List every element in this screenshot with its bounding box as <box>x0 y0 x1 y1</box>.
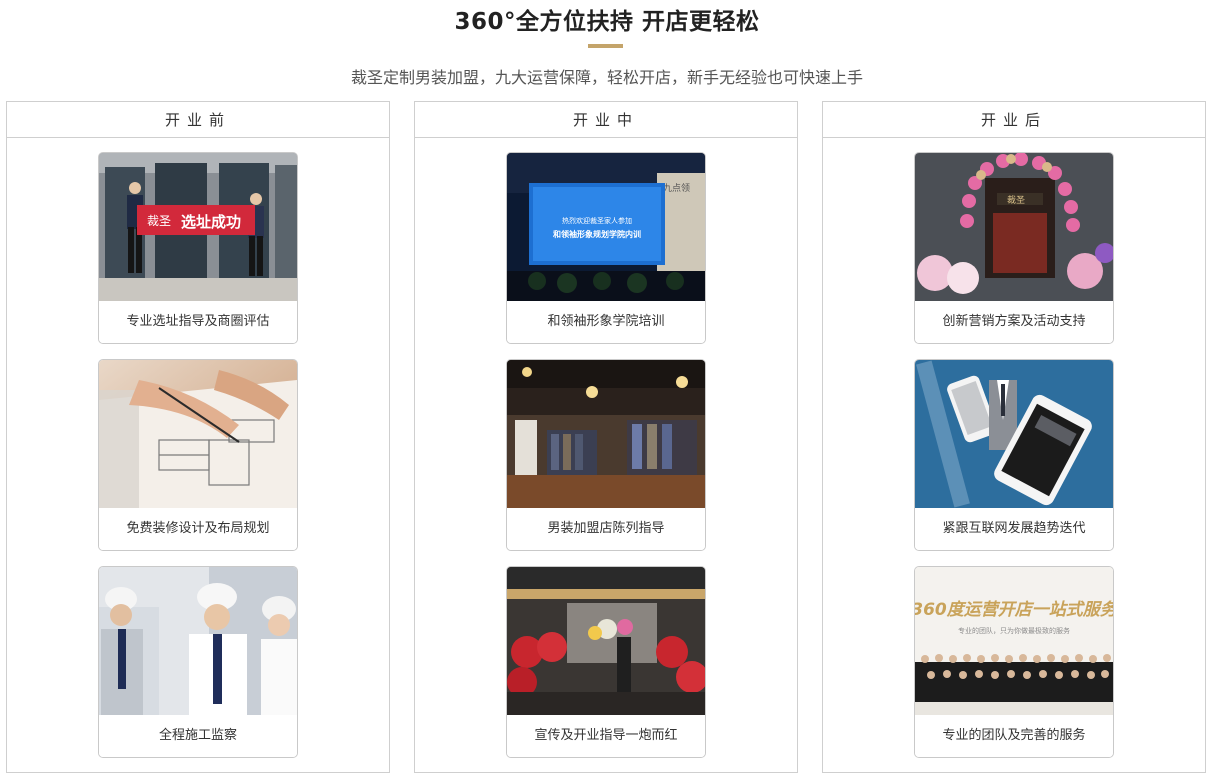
card-renovation-design[interactable]: 免费装修设计及布局规划 <box>98 359 298 551</box>
promo-headline-text: 360度运营开店一站式服务 <box>915 600 1113 620</box>
title-underline <box>588 44 623 48</box>
card-caption: 紧跟互联网发展趋势迭代 <box>915 508 1113 550</box>
card-caption: 和领袖形象学院培训 <box>507 301 705 343</box>
banner-success-text: 选址成功 <box>181 213 241 231</box>
card-caption: 全程施工监察 <box>99 715 297 757</box>
promo-subline-text: 专业的团队，只为你做最极致的服务 <box>958 626 1070 635</box>
team-service-photo: 360度运营开店一站式服务 专业的团队，只为你做最极致的服务 <box>915 567 1113 715</box>
page-title: 360°全方位扶持 开店更轻松 <box>454 9 760 35</box>
card-caption: 专业选址指导及商圈评估 <box>99 301 297 343</box>
card-academy-training[interactable]: 九点领 热烈欢迎裁圣家人参加 和领袖形象规划学院内训 和领袖形象学院培训 <box>506 152 706 344</box>
card-display-guidance[interactable]: 男装加盟店陈列指导 <box>506 359 706 551</box>
column-header: 开业前 <box>7 102 389 138</box>
storefront-balloons-photo: 裁圣 <box>915 153 1113 301</box>
card-site-selection[interactable]: 裁圣 选址成功 专业选址指导及商圈评估 <box>98 152 298 344</box>
grand-opening-photo <box>507 567 705 715</box>
page-subtitle: 裁圣定制男装加盟，九大运营保障，轻松开店，新手无经验也可快速上手 <box>350 68 863 87</box>
card-grand-opening[interactable]: 宣传及开业指导一炮而红 <box>506 566 706 758</box>
column-during-opening: 开业中 九点领 热烈欢迎裁圣家人参加 和领袖形象规划学院内训 和领袖形象学院培训 <box>414 101 798 773</box>
site-selection-photo: 裁圣 选址成功 <box>99 153 297 301</box>
column-after-opening: 开业后 裁圣 创新营销方案及活动支持 紧跟互联网发展趋势迭代 360度运营开店一… <box>822 101 1206 773</box>
store-interior-photo <box>507 360 705 508</box>
card-construction-supervision[interactable]: 全程施工监察 <box>98 566 298 758</box>
card-internet-iteration[interactable]: 紧跟互联网发展趋势迭代 <box>914 359 1114 551</box>
column-header: 开业后 <box>823 102 1205 138</box>
screen-text-line1: 热烈欢迎裁圣家人参加 <box>562 216 632 225</box>
card-team-service[interactable]: 360度运营开店一站式服务 专业的团队，只为你做最极致的服务 专业的团队及完善的… <box>914 566 1114 758</box>
card-caption: 免费装修设计及布局规划 <box>99 508 297 550</box>
card-caption: 专业的团队及完善的服务 <box>915 715 1113 757</box>
blueprint-photo <box>99 360 297 508</box>
column-before-opening: 开业前 裁圣 选址成功 专业选址指导及商圈评估 免费装修设计及布局规划 全程施工… <box>6 101 390 773</box>
card-caption: 宣传及开业指导一炮而红 <box>507 715 705 757</box>
training-event-photo: 九点领 热烈欢迎裁圣家人参加 和领袖形象规划学院内训 <box>507 153 705 301</box>
engineers-photo <box>99 567 297 715</box>
card-caption: 创新营销方案及活动支持 <box>915 301 1113 343</box>
mobile-app-photo <box>915 360 1113 508</box>
card-caption: 男装加盟店陈列指导 <box>507 508 705 550</box>
wall-sign-text: 九点领 <box>663 182 690 194</box>
card-marketing-support[interactable]: 裁圣 创新营销方案及活动支持 <box>914 152 1114 344</box>
screen-text-line2: 和领袖形象规划学院内训 <box>553 229 641 239</box>
column-header: 开业中 <box>415 102 797 138</box>
banner-brand-text: 裁圣 <box>147 214 171 228</box>
store-sign-text: 裁圣 <box>1007 194 1025 206</box>
